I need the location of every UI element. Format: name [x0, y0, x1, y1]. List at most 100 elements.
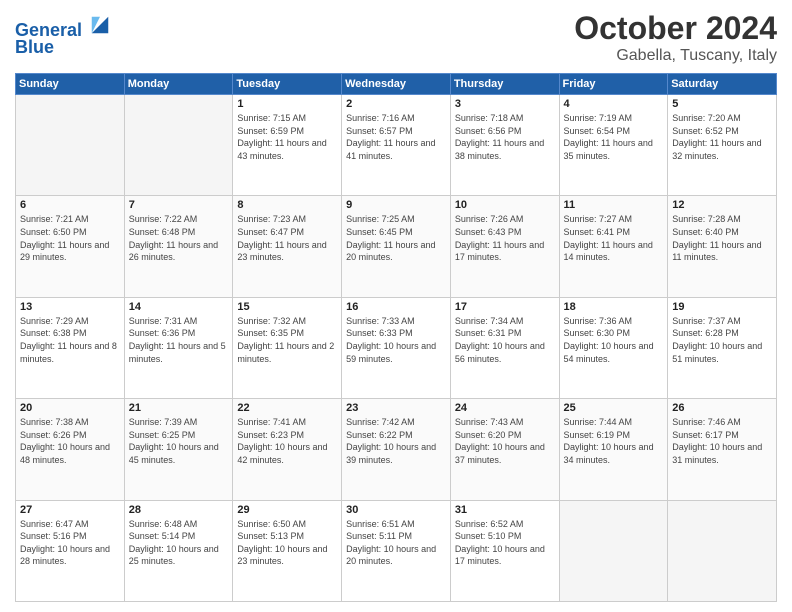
table-row: 13 Sunrise: 7:29 AM Sunset: 6:38 PM Dayli… — [16, 297, 125, 398]
day-info: Sunrise: 7:21 AM Sunset: 6:50 PM Dayligh… — [20, 213, 120, 263]
location-title: Gabella, Tuscany, Italy — [574, 47, 777, 65]
day-number: 19 — [672, 301, 772, 313]
table-row: 27Sunrise: 6:47 AM Sunset: 5:16 PM Dayli… — [16, 500, 125, 601]
day-info: Sunrise: 7:32 AM Sunset: 6:35 PM Dayligh… — [237, 315, 337, 365]
col-thursday: Thursday — [450, 74, 559, 95]
table-row — [124, 95, 233, 196]
table-row: 21 Sunrise: 7:39 AM Sunset: 6:25 PM Dayli… — [124, 399, 233, 500]
table-row: 2 Sunrise: 7:16 AM Sunset: 6:57 PM Daylig… — [342, 95, 451, 196]
table-row — [559, 500, 668, 601]
col-sunday: Sunday — [16, 74, 125, 95]
day-number: 1 — [237, 98, 337, 110]
header: General Blue October 2024 Gabella, Tusca… — [15, 10, 777, 65]
col-saturday: Saturday — [668, 74, 777, 95]
day-info: Sunrise: 6:47 AM Sunset: 5:16 PM Dayligh… — [20, 518, 120, 568]
table-row: 26 Sunrise: 7:46 AM Sunset: 6:17 PM Dayli… — [668, 399, 777, 500]
calendar-header-row: Sunday Monday Tuesday Wednesday Thursday… — [16, 74, 777, 95]
table-row: 3Sunrise: 7:18 AM Sunset: 6:56 PM Daylig… — [450, 95, 559, 196]
day-number: 14 — [129, 301, 229, 313]
day-info: Sunrise: 7:27 AM Sunset: 6:41 PM Dayligh… — [564, 213, 664, 263]
day-info: Sunrise: 6:48 AM Sunset: 5:14 PM Dayligh… — [129, 518, 229, 568]
table-row: 9Sunrise: 7:25 AM Sunset: 6:45 PM Daylig… — [342, 196, 451, 297]
logo-icon — [89, 14, 111, 36]
day-info: Sunrise: 7:26 AM Sunset: 6:43 PM Dayligh… — [455, 213, 555, 263]
day-number: 7 — [129, 199, 229, 211]
day-info: Sunrise: 7:23 AM Sunset: 6:47 PM Dayligh… — [237, 213, 337, 263]
day-number: 2 — [346, 98, 446, 110]
table-row: 25Sunrise: 7:44 AM Sunset: 6:19 PM Dayli… — [559, 399, 668, 500]
day-info: Sunrise: 6:51 AM Sunset: 5:11 PM Dayligh… — [346, 518, 446, 568]
day-info: Sunrise: 7:28 AM Sunset: 6:40 PM Dayligh… — [672, 213, 772, 263]
day-number: 9 — [346, 199, 446, 211]
table-row: 4 Sunrise: 7:19 AM Sunset: 6:54 PM Daylig… — [559, 95, 668, 196]
table-row: 14 Sunrise: 7:31 AM Sunset: 6:36 PM Dayli… — [124, 297, 233, 398]
table-row: 20 Sunrise: 7:38 AM Sunset: 6:26 PM Dayli… — [16, 399, 125, 500]
table-row: 22 Sunrise: 7:41 AM Sunset: 6:23 PM Dayli… — [233, 399, 342, 500]
table-row: 17 Sunrise: 7:34 AM Sunset: 6:31 PM Dayli… — [450, 297, 559, 398]
day-number: 10 — [455, 199, 555, 211]
day-info: Sunrise: 7:34 AM Sunset: 6:31 PM Dayligh… — [455, 315, 555, 365]
day-info: Sunrise: 7:46 AM Sunset: 6:17 PM Dayligh… — [672, 416, 772, 466]
table-row: 28 Sunrise: 6:48 AM Sunset: 5:14 PM Dayli… — [124, 500, 233, 601]
day-number: 15 — [237, 301, 337, 313]
table-row — [668, 500, 777, 601]
table-row: 19 Sunrise: 7:37 AM Sunset: 6:28 PM Dayli… — [668, 297, 777, 398]
col-friday: Friday — [559, 74, 668, 95]
day-number: 12 — [672, 199, 772, 211]
day-info: Sunrise: 7:36 AM Sunset: 6:30 PM Dayligh… — [564, 315, 664, 365]
day-info: Sunrise: 7:18 AM Sunset: 6:56 PM Dayligh… — [455, 112, 555, 162]
day-number: 26 — [672, 402, 772, 414]
day-info: Sunrise: 7:43 AM Sunset: 6:20 PM Dayligh… — [455, 416, 555, 466]
table-row: 7 Sunrise: 7:22 AM Sunset: 6:48 PM Daylig… — [124, 196, 233, 297]
day-info: Sunrise: 7:39 AM Sunset: 6:25 PM Dayligh… — [129, 416, 229, 466]
table-row: 30 Sunrise: 6:51 AM Sunset: 5:11 PM Dayli… — [342, 500, 451, 601]
logo: General Blue — [15, 14, 111, 58]
day-info: Sunrise: 7:22 AM Sunset: 6:48 PM Dayligh… — [129, 213, 229, 263]
table-row: 10 Sunrise: 7:26 AM Sunset: 6:43 PM Dayli… — [450, 196, 559, 297]
day-number: 31 — [455, 504, 555, 516]
col-monday: Monday — [124, 74, 233, 95]
day-number: 30 — [346, 504, 446, 516]
table-row: 24 Sunrise: 7:43 AM Sunset: 6:20 PM Dayli… — [450, 399, 559, 500]
table-row: 15 Sunrise: 7:32 AM Sunset: 6:35 PM Dayli… — [233, 297, 342, 398]
day-number: 13 — [20, 301, 120, 313]
table-row: 18 Sunrise: 7:36 AM Sunset: 6:30 PM Dayli… — [559, 297, 668, 398]
day-number: 17 — [455, 301, 555, 313]
table-row: 6 Sunrise: 7:21 AM Sunset: 6:50 PM Daylig… — [16, 196, 125, 297]
day-number: 20 — [20, 402, 120, 414]
day-info: Sunrise: 7:31 AM Sunset: 6:36 PM Dayligh… — [129, 315, 229, 365]
day-info: Sunrise: 7:37 AM Sunset: 6:28 PM Dayligh… — [672, 315, 772, 365]
calendar-week-row: 6 Sunrise: 7:21 AM Sunset: 6:50 PM Daylig… — [16, 196, 777, 297]
calendar-week-row: 20 Sunrise: 7:38 AM Sunset: 6:26 PM Dayli… — [16, 399, 777, 500]
table-row: 31 Sunrise: 6:52 AM Sunset: 5:10 PM Dayli… — [450, 500, 559, 601]
day-info: Sunrise: 7:41 AM Sunset: 6:23 PM Dayligh… — [237, 416, 337, 466]
day-number: 5 — [672, 98, 772, 110]
month-title: October 2024 — [574, 10, 777, 47]
calendar-week-row: 27Sunrise: 6:47 AM Sunset: 5:16 PM Dayli… — [16, 500, 777, 601]
day-number: 21 — [129, 402, 229, 414]
day-number: 22 — [237, 402, 337, 414]
day-number: 11 — [564, 199, 664, 211]
day-info: Sunrise: 7:20 AM Sunset: 6:52 PM Dayligh… — [672, 112, 772, 162]
table-row: 11 Sunrise: 7:27 AM Sunset: 6:41 PM Dayli… — [559, 196, 668, 297]
calendar-table: Sunday Monday Tuesday Wednesday Thursday… — [15, 73, 777, 602]
day-number: 16 — [346, 301, 446, 313]
day-number: 8 — [237, 199, 337, 211]
day-info: Sunrise: 7:16 AM Sunset: 6:57 PM Dayligh… — [346, 112, 446, 162]
table-row: 16Sunrise: 7:33 AM Sunset: 6:33 PM Dayli… — [342, 297, 451, 398]
table-row: 5 Sunrise: 7:20 AM Sunset: 6:52 PM Daylig… — [668, 95, 777, 196]
day-number: 4 — [564, 98, 664, 110]
day-number: 29 — [237, 504, 337, 516]
table-row — [16, 95, 125, 196]
day-number: 24 — [455, 402, 555, 414]
day-info: Sunrise: 7:19 AM Sunset: 6:54 PM Dayligh… — [564, 112, 664, 162]
table-row: 23Sunrise: 7:42 AM Sunset: 6:22 PM Dayli… — [342, 399, 451, 500]
day-number: 18 — [564, 301, 664, 313]
title-block: October 2024 Gabella, Tuscany, Italy — [574, 10, 777, 65]
day-number: 6 — [20, 199, 120, 211]
day-number: 28 — [129, 504, 229, 516]
table-row: 29Sunrise: 6:50 AM Sunset: 5:13 PM Dayli… — [233, 500, 342, 601]
day-info: Sunrise: 7:29 AM Sunset: 6:38 PM Dayligh… — [20, 315, 120, 365]
day-info: Sunrise: 6:52 AM Sunset: 5:10 PM Dayligh… — [455, 518, 555, 568]
day-info: Sunrise: 7:38 AM Sunset: 6:26 PM Dayligh… — [20, 416, 120, 466]
